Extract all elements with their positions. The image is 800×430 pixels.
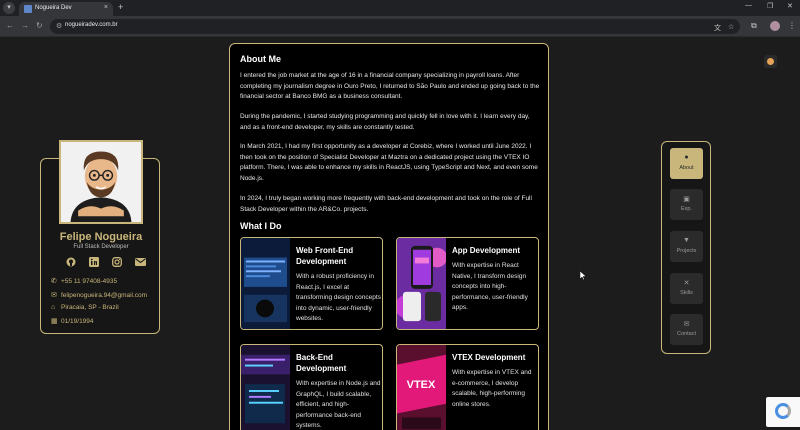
service-title: VTEX Development (452, 353, 526, 362)
contact-location-text: Piracaia, SP - Brazil (61, 304, 119, 311)
contact-location: ⌂ Piracaia, SP - Brazil (51, 304, 119, 311)
service-card-vtex: VTEX VTEX Development With expertise in … (396, 344, 539, 430)
phone-icon: ✆ (51, 278, 57, 285)
vtex-logo: VTEX (407, 379, 436, 391)
nav-item-projects[interactable]: ▼ Projects (670, 231, 703, 262)
window-restore-button[interactable]: ❐ (767, 2, 773, 10)
page-viewport: Felipe Nogueira Full Stack Developer ✆ +5… (0, 38, 800, 430)
address-url[interactable]: nogueiradev.com.br (65, 22, 118, 28)
contact-email-text: felipenogueira.94@gmail.com (61, 292, 148, 299)
service-title: App Development (452, 246, 521, 255)
nav-label: Skills (680, 290, 693, 296)
browser-toolbar: ← → ↻ ⚙ nogueiradev.com.br 文 ☆ ⧉ ⋮ (0, 16, 800, 37)
nav-label: Contact (677, 331, 696, 337)
instagram-icon[interactable] (112, 257, 122, 267)
service-title: Back-End Development (296, 353, 347, 373)
envelope-icon: ✉ (51, 292, 57, 299)
theme-toggle-button[interactable] (764, 55, 777, 68)
mouse-cursor-icon (580, 271, 586, 280)
browser-tab[interactable]: Nogueira Dev × (19, 2, 113, 16)
service-description: With expertise in VTEX and e-commerce, I… (452, 369, 532, 408)
recaptcha-icon (775, 403, 791, 419)
window-close-button[interactable]: ✕ (787, 2, 793, 10)
about-paragraph-1: I entered the job market at the age of 1… (240, 72, 540, 100)
about-title: About Me (240, 54, 281, 64)
profile-card: Felipe Nogueira Full Stack Developer ✆ +5… (40, 140, 160, 334)
what-i-do-title: What I Do (240, 221, 282, 231)
back-end-image-icon (241, 345, 290, 430)
about-paragraph-3: In March 2021, I had my first opportunit… (240, 143, 538, 182)
github-icon[interactable] (66, 257, 76, 267)
service-description: With a robust proficiency in React.js, I… (296, 273, 381, 322)
front-end-image-icon (241, 238, 290, 329)
window-minimize-button[interactable]: — (745, 2, 752, 9)
linkedin-icon[interactable] (89, 257, 99, 267)
nav-label: Exp. (680, 206, 692, 212)
tools-icon: ✕ (683, 280, 690, 287)
browser-menu-icon[interactable]: ⋮ (788, 21, 796, 30)
sun-icon (767, 58, 774, 65)
service-card-back-end: Back-End Development With expertise in N… (240, 344, 383, 430)
nav-item-skills[interactable]: ✕ Skills (670, 273, 703, 304)
briefcase-icon: ▣ (683, 196, 690, 203)
reload-icon[interactable]: ↻ (36, 21, 43, 30)
profile-avatar-icon[interactable] (770, 21, 780, 31)
envelope-icon: ✉ (683, 321, 690, 328)
tab-title: Nogueira Dev (35, 5, 72, 11)
about-paragraph-2: During the pandemic, I started studying … (240, 113, 530, 131)
site-favicon-icon (24, 5, 32, 13)
profile-role: Full Stack Developer (73, 244, 129, 250)
contact-birthdate-text: 01/19/1994 (61, 318, 94, 325)
forward-arrow-icon[interactable]: → (21, 21, 29, 30)
site-info-icon[interactable]: ⚙ (56, 22, 62, 30)
vtex-image-icon: VTEX (397, 345, 446, 430)
contact-birthdate: ▦ 01/19/1994 (51, 317, 94, 325)
nav-label: Projects (676, 248, 697, 254)
user-icon: ● (684, 154, 689, 161)
contact-phone: ✆ +55 11 97408-4935 (51, 277, 117, 285)
mail-icon[interactable] (135, 257, 146, 267)
new-tab-button[interactable]: + (118, 2, 123, 12)
filter-icon: ▼ (683, 237, 690, 244)
translate-icon[interactable]: 文 (714, 23, 721, 33)
nav-item-experience[interactable]: ▣ Exp. (670, 189, 703, 220)
location-icon: ⌂ (51, 304, 56, 311)
back-arrow-icon[interactable]: ← (6, 21, 14, 30)
calendar-icon: ▦ (51, 318, 58, 325)
avatar-illustration-icon (61, 142, 141, 222)
tab-search-button[interactable]: ▾ (3, 2, 15, 14)
recaptcha-badge[interactable] (766, 397, 800, 427)
service-title: Web Front-End Development (296, 246, 354, 266)
tab-close-icon[interactable]: × (104, 4, 108, 11)
service-card-web-front-end: Web Front-End Development With a robust … (240, 237, 383, 330)
nav-item-about[interactable]: ● About (670, 148, 703, 179)
avatar (59, 140, 143, 224)
service-description: With expertise in Node.js and GraphQL, I… (296, 380, 381, 429)
nav-item-contact[interactable]: ✉ Contact (670, 314, 703, 345)
browser-tab-bar: ▾ Nogueira Dev × + — ❐ ✕ (0, 0, 800, 16)
service-description: With expertise in React Native, I transf… (452, 262, 528, 311)
nav-label: About (679, 165, 694, 171)
bookmark-star-icon[interactable]: ☆ (728, 23, 734, 31)
app-image-icon (397, 238, 446, 329)
about-paragraph-4: In 2024, I truly began working more freq… (240, 195, 532, 213)
profile-name: Felipe Nogueira (59, 231, 143, 243)
address-bar[interactable]: ⚙ nogueiradev.com.br 文 ☆ (50, 19, 740, 34)
social-links (64, 257, 148, 268)
side-navigation: ● About ▣ Exp. ▼ Projects ✕ Skills ✉ Con… (661, 141, 711, 354)
main-content-card: About Me I entered the job market at the… (229, 43, 549, 430)
contact-phone-text: +55 11 97408-4935 (61, 278, 118, 285)
service-card-app: App Development With expertise in React … (396, 237, 539, 330)
extensions-icon[interactable]: ⧉ (751, 21, 757, 31)
contact-email[interactable]: ✉ felipenogueira.94@gmail.com (51, 291, 147, 299)
